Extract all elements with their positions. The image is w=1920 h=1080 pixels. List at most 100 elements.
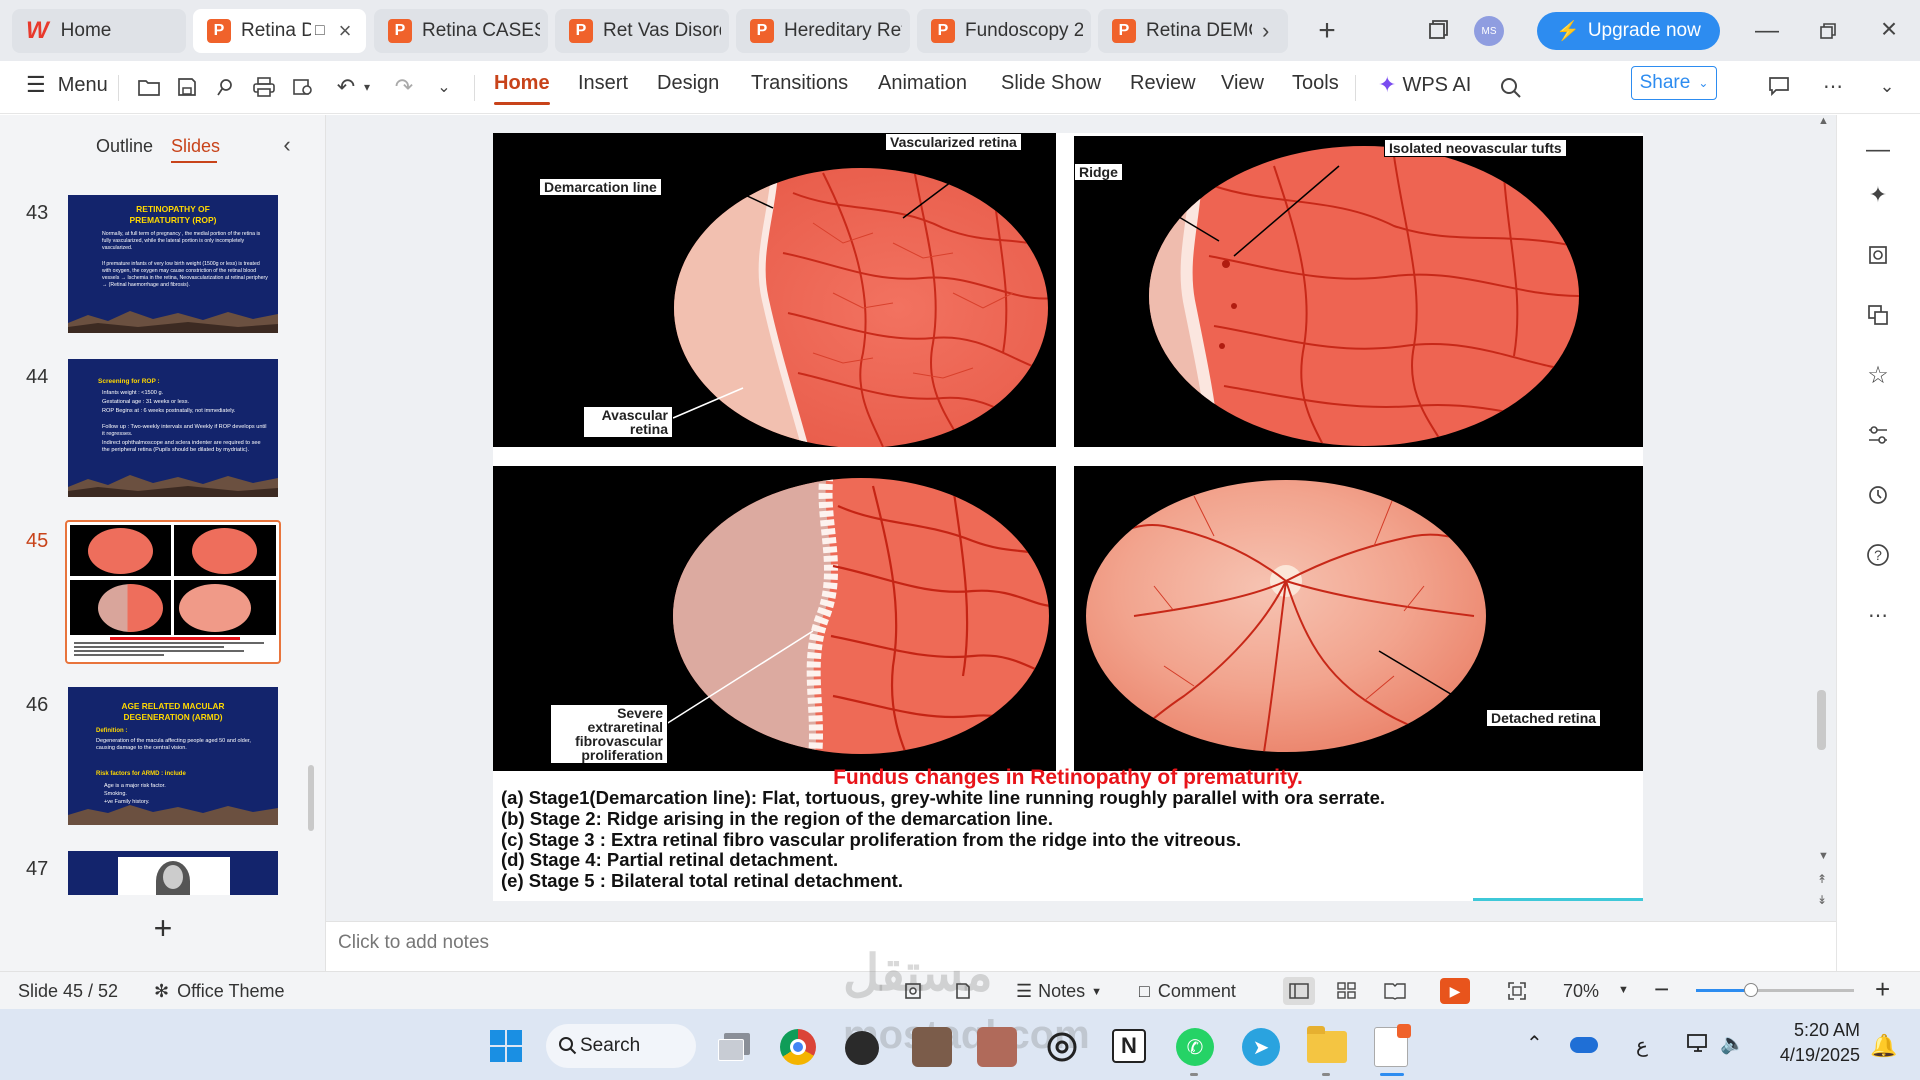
maximize-icon[interactable] [1813, 16, 1843, 46]
next-slide-icon[interactable]: ↡ [1817, 893, 1827, 907]
comment-toggle-button[interactable]: □ Comment [1139, 981, 1236, 1002]
copy-format-icon[interactable] [1863, 300, 1893, 330]
history-icon[interactable] [1863, 480, 1893, 510]
slide-thumbnail-43[interactable]: RETINOPATHY OF PREMATURITY (ROP) Normall… [68, 195, 278, 333]
undo-icon[interactable]: ↶ [332, 73, 360, 101]
tab-home[interactable]: W Home [12, 9, 186, 53]
scroll-up-icon[interactable]: ▲ [1818, 115, 1829, 127]
normal-view-icon[interactable] [1283, 977, 1315, 1005]
zoom-level[interactable]: 70% [1563, 981, 1599, 1002]
close-tab-icon[interactable]: × [339, 18, 352, 44]
slide-thumbnail-45-selected[interactable] [65, 520, 281, 664]
collapse-ribbon-icon[interactable]: ⌄ [1872, 71, 1902, 101]
windows-start-icon[interactable] [489, 1029, 523, 1063]
wps-taskbar-icon[interactable] [1374, 1024, 1411, 1067]
play-slideshow-icon[interactable]: ▶ [1440, 978, 1470, 1004]
shapes-icon[interactable] [1863, 240, 1893, 270]
tab-document[interactable]: P Ret Vas Disorders [555, 9, 729, 53]
sliders-icon[interactable] [1863, 420, 1893, 450]
window-restore-icon[interactable] [1424, 16, 1452, 44]
wps-ai-button[interactable]: ✦ WPS AI [1378, 72, 1471, 98]
new-tab-plus-icon[interactable]: + [1310, 14, 1344, 48]
menu-button[interactable]: ☰ Menu [26, 72, 108, 98]
panel-scrollbar[interactable] [308, 765, 314, 831]
comments-icon[interactable] [1764, 71, 1794, 101]
tab-transitions[interactable]: Transitions [751, 72, 848, 95]
tab-insert[interactable]: Insert [578, 72, 628, 95]
app-icon[interactable] [845, 1031, 879, 1065]
app-icon[interactable] [977, 1027, 1017, 1067]
theme-button[interactable]: ✻ Office Theme [154, 981, 284, 1002]
chatgpt-icon[interactable] [1044, 1029, 1080, 1065]
tab-document[interactable]: P Hereditary Retina [736, 9, 910, 53]
minimize-icon[interactable]: — [1752, 16, 1782, 46]
tab-document-active[interactable]: P Retina DISORDERS □ × [193, 9, 366, 53]
tab-document[interactable]: P Retina DEMO › [1098, 9, 1288, 53]
minus-icon[interactable]: — [1863, 135, 1893, 165]
export-icon[interactable] [212, 73, 240, 101]
print-icon[interactable] [250, 73, 278, 101]
help-icon[interactable]: ? [1863, 540, 1893, 570]
fit-icon[interactable] [950, 978, 976, 1004]
save-icon[interactable] [173, 73, 201, 101]
app-icon[interactable] [912, 1027, 952, 1067]
tab-design[interactable]: Design [657, 72, 719, 95]
tab-document[interactable]: P Fundoscopy 2 [917, 9, 1091, 53]
zoom-slider-knob[interactable] [1744, 983, 1758, 997]
tab-slide-show[interactable]: Slide Show [1001, 72, 1101, 95]
reading-mode-icon[interactable] [900, 978, 926, 1004]
scroll-down-icon[interactable]: ▼ [1818, 850, 1829, 862]
network-icon[interactable] [1686, 1033, 1710, 1060]
print-preview-icon[interactable] [289, 73, 317, 101]
zoom-out-icon[interactable]: − [1654, 974, 1669, 1005]
clock-date[interactable]: 4/19/2025 [1768, 1045, 1860, 1066]
slide-45-canvas[interactable]: Vascularized retina Demarcation line Ava… [493, 133, 1643, 901]
tab-document[interactable]: P Retina CASES [374, 9, 548, 53]
open-folder-icon[interactable] [135, 73, 163, 101]
notes-area[interactable]: Click to add notes [326, 921, 1836, 971]
more-chevron-down-icon[interactable]: ⌄ [430, 73, 458, 101]
chrome-icon[interactable] [780, 1029, 816, 1065]
tab-view[interactable]: View [1221, 72, 1264, 95]
clock-time[interactable]: 5:20 AM [1780, 1020, 1860, 1041]
tab-home-ribbon[interactable]: Home [494, 72, 550, 105]
slide-thumbnail-44[interactable]: Screening for ROP : Infants weight : <15… [68, 359, 278, 497]
notion-icon[interactable]: N [1112, 1029, 1146, 1063]
share-button[interactable]: Share ⌄ [1631, 66, 1717, 100]
task-view-icon[interactable] [716, 1029, 752, 1063]
telegram-icon[interactable]: ➤ [1242, 1028, 1280, 1066]
redo-icon[interactable]: ↷ [390, 73, 418, 101]
tab-review[interactable]: Review [1130, 72, 1196, 95]
zoom-in-icon[interactable]: + [1875, 974, 1890, 1005]
whatsapp-icon[interactable]: ✆ [1176, 1028, 1214, 1066]
notification-icon[interactable]: 🔔 [1870, 1033, 1897, 1059]
undo-dropdown-icon[interactable]: ▾ [360, 75, 374, 99]
file-explorer-icon[interactable] [1307, 1026, 1347, 1063]
language-indicator[interactable]: ع [1636, 1033, 1648, 1058]
magic-tools-icon[interactable]: ✦ [1863, 180, 1893, 210]
reading-view-icon[interactable] [1380, 977, 1410, 1005]
slide-thumbnail-47[interactable] [68, 851, 278, 895]
slide-thumbnail-46[interactable]: AGE RELATED MACULAR DEGENERATION (ARMD) … [68, 687, 278, 825]
onedrive-icon[interactable] [1570, 1037, 1598, 1053]
chevron-up-icon[interactable]: ⌃ [1526, 1031, 1543, 1056]
collapse-panel-chevron-left-icon[interactable]: ‹ [276, 132, 298, 157]
slides-tab[interactable]: Slides [171, 136, 220, 157]
canvas-scrollbar[interactable] [1817, 690, 1826, 750]
more-icon[interactable]: ⋯ [1863, 600, 1893, 630]
volume-icon[interactable]: 🔈 [1720, 1031, 1745, 1056]
notes-toggle-button[interactable]: ☰ Notes ▼ [1016, 981, 1102, 1002]
star-icon[interactable]: ☆ [1863, 360, 1893, 390]
avatar[interactable]: MS [1474, 16, 1504, 46]
outline-tab[interactable]: Outline [96, 136, 153, 157]
upgrade-now-button[interactable]: ⚡ Upgrade now [1537, 12, 1720, 50]
previous-slide-icon[interactable]: ↟ [1817, 872, 1827, 886]
close-window-icon[interactable]: × [1874, 13, 1904, 44]
chevron-right-icon[interactable]: › [1262, 18, 1269, 44]
fit-to-window-icon[interactable] [1502, 977, 1532, 1005]
tab-tools[interactable]: Tools [1292, 72, 1339, 95]
taskbar-search-box[interactable]: Search [546, 1024, 696, 1068]
zoom-dropdown-icon[interactable]: ▼ [1618, 984, 1629, 996]
slide-sorter-icon[interactable] [1332, 977, 1362, 1005]
add-slide-plus-icon[interactable]: + [148, 910, 178, 946]
